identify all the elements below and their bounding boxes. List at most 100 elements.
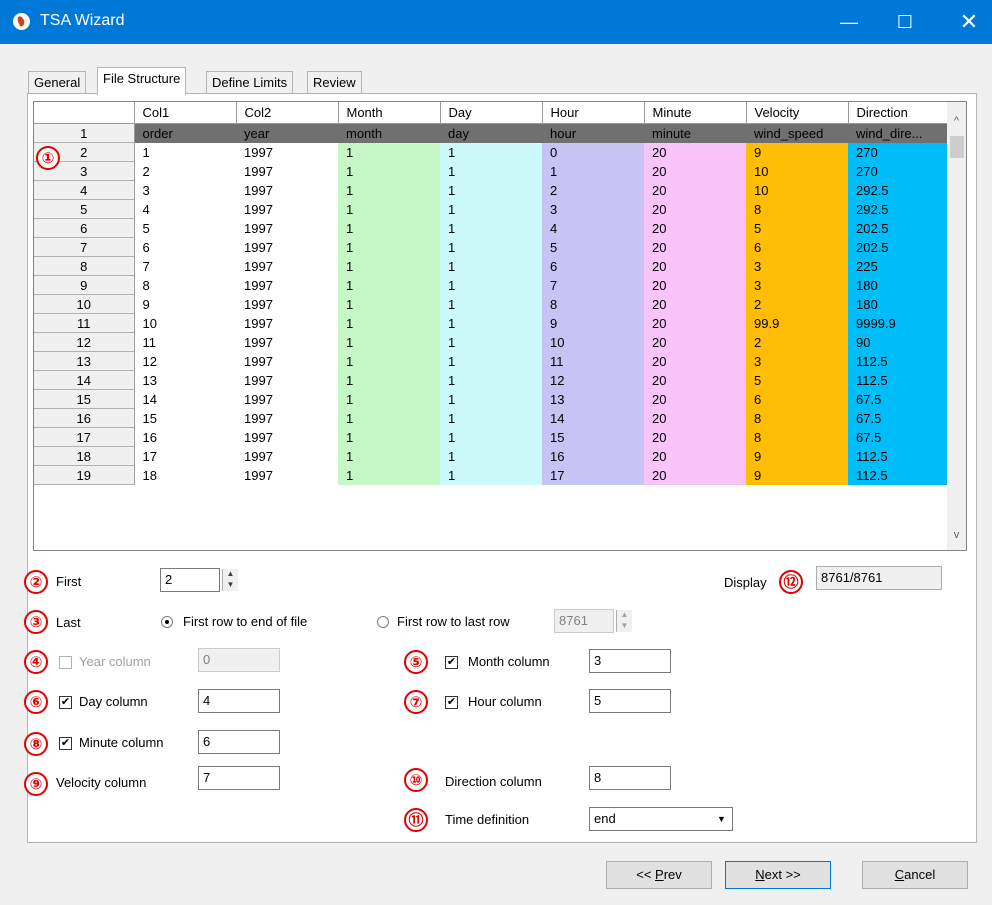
grid-cell[interactable]: 9 bbox=[746, 142, 848, 162]
row-header[interactable]: 5 bbox=[34, 199, 135, 219]
row-header[interactable]: 10 bbox=[34, 294, 135, 314]
row-header[interactable]: 13 bbox=[34, 351, 135, 371]
grid-cell[interactable]: 20 bbox=[644, 256, 746, 276]
grid-cell[interactable]: 9 bbox=[542, 313, 644, 333]
grid-cell[interactable]: 8 bbox=[134, 275, 236, 295]
grid-cell[interactable]: 1997 bbox=[236, 275, 338, 295]
grid-cell[interactable]: 10 bbox=[746, 161, 848, 181]
grid-cell[interactable]: 4 bbox=[134, 199, 236, 219]
grid-cell[interactable]: 1997 bbox=[236, 313, 338, 333]
grid-cell[interactable]: 9 bbox=[746, 446, 848, 466]
grid-cell[interactable]: 1 bbox=[440, 237, 542, 257]
grid-cell[interactable]: 1 bbox=[440, 294, 542, 314]
grid-cell[interactable]: 17 bbox=[542, 465, 644, 485]
grid-cell[interactable]: 1997 bbox=[236, 199, 338, 219]
grid-cell[interactable]: 10 bbox=[746, 180, 848, 200]
grid-cell[interactable]: 1997 bbox=[236, 427, 338, 447]
grid-cell[interactable]: 1 bbox=[338, 332, 440, 352]
grid-cell[interactable]: 1 bbox=[338, 389, 440, 409]
column-header[interactable]: Hour bbox=[542, 102, 645, 124]
last-row-spinner[interactable]: ▲ ▼ bbox=[616, 610, 632, 632]
grid-cell[interactable]: 1 bbox=[440, 408, 542, 428]
minute-column-input[interactable]: 6 bbox=[198, 730, 280, 754]
grid-cell[interactable]: 1997 bbox=[236, 408, 338, 428]
grid-vertical-scrollbar[interactable]: ^ v bbox=[947, 102, 966, 550]
grid-cell[interactable]: 20 bbox=[644, 313, 746, 333]
grid-cell[interactable]: order bbox=[134, 123, 236, 143]
row-header[interactable]: 18 bbox=[34, 446, 135, 466]
minimize-button[interactable]: — bbox=[826, 0, 872, 44]
grid-cell[interactable]: 1997 bbox=[236, 294, 338, 314]
grid-cell[interactable]: 20 bbox=[644, 180, 746, 200]
hour-column-input[interactable]: 5 bbox=[589, 689, 671, 713]
grid-cell[interactable]: 112.5 bbox=[848, 465, 950, 485]
time-definition-select[interactable]: end ▼ bbox=[589, 807, 733, 831]
radio-first-to-end[interactable] bbox=[161, 616, 173, 628]
grid-cell[interactable]: 1 bbox=[338, 180, 440, 200]
radio-first-to-last[interactable] bbox=[377, 616, 389, 628]
next-button[interactable]: Next >> bbox=[725, 861, 831, 889]
grid-cell[interactable]: 15 bbox=[542, 427, 644, 447]
grid-cell[interactable]: 225 bbox=[848, 256, 950, 276]
grid-cell[interactable]: 4 bbox=[542, 218, 644, 238]
grid-cell[interactable]: 8 bbox=[746, 427, 848, 447]
grid-cell[interactable]: month bbox=[338, 123, 440, 143]
first-row-spinner[interactable]: ▲ ▼ bbox=[222, 569, 238, 591]
grid-cell[interactable]: 20 bbox=[644, 389, 746, 409]
grid-cell[interactable]: 20 bbox=[644, 446, 746, 466]
grid-cell[interactable]: 5 bbox=[134, 218, 236, 238]
grid-cell[interactable]: 1 bbox=[440, 465, 542, 485]
grid-cell[interactable]: 1 bbox=[542, 161, 644, 181]
grid-cell[interactable]: 1997 bbox=[236, 351, 338, 371]
grid-cell[interactable]: 180 bbox=[848, 294, 950, 314]
grid-cell[interactable]: 1 bbox=[440, 218, 542, 238]
grid-cell[interactable]: 13 bbox=[542, 389, 644, 409]
grid-cell[interactable]: 6 bbox=[746, 389, 848, 409]
grid-cell[interactable]: 8 bbox=[542, 294, 644, 314]
grid-cell[interactable]: 1 bbox=[440, 275, 542, 295]
tab-file-structure[interactable]: File Structure bbox=[97, 67, 187, 95]
tab-review[interactable]: Review bbox=[307, 71, 362, 94]
grid-cell[interactable]: 1 bbox=[338, 161, 440, 181]
grid-cell[interactable]: 16 bbox=[542, 446, 644, 466]
column-header[interactable]: Day bbox=[440, 102, 543, 124]
day-column-checkbox[interactable]: ✔ bbox=[59, 696, 72, 709]
grid-cell[interactable]: 14 bbox=[542, 408, 644, 428]
grid-cell[interactable]: 20 bbox=[644, 275, 746, 295]
grid-cell[interactable]: 20 bbox=[644, 465, 746, 485]
row-header[interactable]: 8 bbox=[34, 256, 135, 276]
column-header[interactable]: Col1 bbox=[134, 102, 237, 124]
grid-cell[interactable]: 20 bbox=[644, 351, 746, 371]
grid-cell[interactable]: 2 bbox=[746, 332, 848, 352]
grid-cell[interactable]: 1 bbox=[440, 313, 542, 333]
grid-cell[interactable]: 1 bbox=[338, 256, 440, 276]
grid-cell[interactable]: 20 bbox=[644, 161, 746, 181]
grid-cell[interactable]: 1 bbox=[338, 275, 440, 295]
grid-cell[interactable]: 9 bbox=[134, 294, 236, 314]
grid-cell[interactable]: 6 bbox=[542, 256, 644, 276]
grid-cell[interactable]: 1 bbox=[338, 218, 440, 238]
row-header[interactable]: 11 bbox=[34, 313, 135, 333]
grid-cell[interactable]: 17 bbox=[134, 446, 236, 466]
grid-cell[interactable]: 13 bbox=[134, 370, 236, 390]
tab-define-limits[interactable]: Define Limits bbox=[206, 71, 294, 94]
grid-cell[interactable]: 2 bbox=[746, 294, 848, 314]
grid-cell[interactable]: 20 bbox=[644, 142, 746, 162]
column-header[interactable]: Minute bbox=[644, 102, 747, 124]
grid-cell[interactable]: 1 bbox=[338, 199, 440, 219]
grid-cell[interactable]: 1 bbox=[440, 427, 542, 447]
grid-cell[interactable]: 8 bbox=[746, 408, 848, 428]
row-header[interactable]: 9 bbox=[34, 275, 135, 295]
row-header[interactable]: 1 bbox=[34, 123, 135, 143]
grid-cell[interactable]: 2 bbox=[542, 180, 644, 200]
grid-cell[interactable]: 3 bbox=[746, 275, 848, 295]
grid-cell[interactable]: minute bbox=[644, 123, 746, 143]
prev-button[interactable]: << Prev bbox=[606, 861, 712, 889]
grid-cell[interactable]: 67.5 bbox=[848, 408, 950, 428]
grid-cell[interactable]: year bbox=[236, 123, 338, 143]
radio-first-to-last-label[interactable]: First row to last row bbox=[397, 614, 510, 629]
grid-cell[interactable]: 270 bbox=[848, 142, 950, 162]
grid-cell[interactable]: 3 bbox=[542, 199, 644, 219]
radio-first-to-end-label[interactable]: First row to end of file bbox=[183, 614, 307, 629]
grid-cell[interactable]: 1997 bbox=[236, 446, 338, 466]
